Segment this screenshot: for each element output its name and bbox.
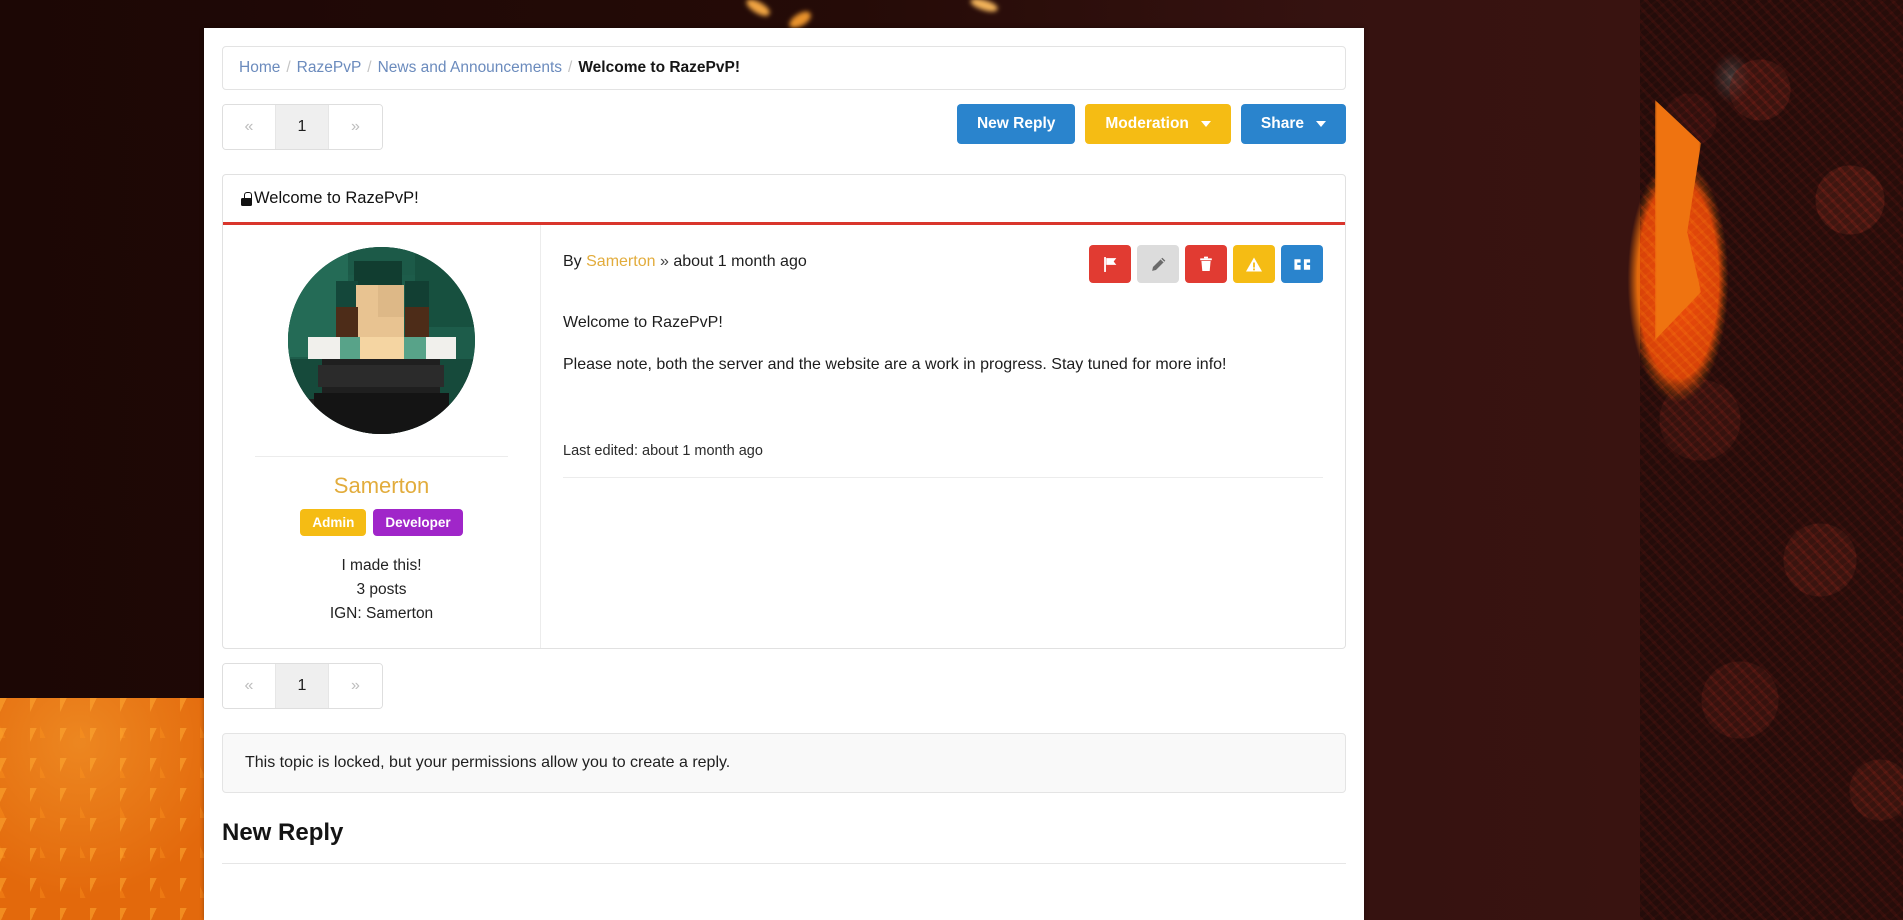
post: Samerton Admin Developer I made this! 3 … xyxy=(223,225,1345,648)
breadcrumb-separator: / xyxy=(286,59,291,76)
pagination-bottom: « 1 » xyxy=(222,663,383,709)
topic-title: Welcome to RazePvP! xyxy=(254,189,419,207)
byline-author-link[interactable]: Samerton xyxy=(586,253,655,270)
post-body: Welcome to RazePvP! Please note, both th… xyxy=(563,311,1323,377)
quote-post-button[interactable] xyxy=(1281,245,1323,283)
pagination-top: « 1 » xyxy=(222,104,383,150)
author-meta: I made this! 3 posts IGN: Samerton xyxy=(233,554,530,626)
post-content: By Samerton » about 1 month ago Welcome … xyxy=(541,225,1345,648)
breadcrumb: Home / RazePvP / News and Announcements / Welc… xyxy=(222,46,1346,90)
post-paragraph: Welcome to RazePvP! xyxy=(563,314,723,331)
breadcrumb-item-home[interactable]: Home xyxy=(239,59,280,76)
topic-locked-notice: This topic is locked, but your permissio… xyxy=(222,733,1346,793)
topic-toolbar-top: « 1 » New Reply Moderation Share xyxy=(222,104,1346,152)
trash-icon xyxy=(1200,256,1212,271)
breadcrumb-separator: / xyxy=(568,59,573,76)
chevron-down-icon xyxy=(1316,121,1326,127)
new-reply-button-label: New Reply xyxy=(976,115,1056,132)
new-reply-button[interactable]: New Reply xyxy=(956,104,1076,144)
breadcrumb-item-razepvp[interactable]: RazePvP xyxy=(297,59,362,76)
author-username[interactable]: Samerton xyxy=(233,473,530,499)
chevron-down-icon xyxy=(1200,121,1211,127)
flag-icon xyxy=(1103,256,1116,272)
post-last-edited: Last edited: about 1 month ago xyxy=(563,443,1323,478)
avatar-pixel xyxy=(336,307,358,339)
toolbar-buttons: New Reply Moderation Share xyxy=(956,104,1346,144)
delete-post-button[interactable] xyxy=(1185,245,1227,283)
moderation-button-label: Moderation xyxy=(1105,115,1189,132)
flag-post-button[interactable] xyxy=(1089,245,1131,283)
topic-panel: Welcome to RazePvP! Samerton Admin Devel… xyxy=(222,174,1346,649)
share-button-label: Share xyxy=(1260,115,1304,132)
pagination-page-1[interactable]: 1 xyxy=(276,664,329,708)
share-dropdown-button[interactable]: Share xyxy=(1240,104,1346,144)
post-timestamp: about 1 month ago xyxy=(673,253,807,270)
post-author-panel: Samerton Admin Developer I made this! 3 … xyxy=(223,225,541,648)
post-header: By Samerton » about 1 month ago xyxy=(563,245,1323,283)
pencil-icon xyxy=(1151,257,1165,271)
byline-prefix: By xyxy=(563,253,582,270)
breadcrumb-item-news-and-announcements[interactable]: News and Announcements xyxy=(378,59,562,76)
post-paragraph: Please note, both the server and the web… xyxy=(563,356,1227,373)
badge-admin: Admin xyxy=(300,509,367,536)
lock-icon xyxy=(241,191,252,206)
post-actions xyxy=(1089,245,1323,283)
pagination-prev[interactable]: « xyxy=(223,105,276,149)
byline-separator: » xyxy=(659,253,669,270)
warn-user-button[interactable] xyxy=(1233,245,1275,283)
avatar-pixel xyxy=(405,307,429,337)
breadcrumb-separator: / xyxy=(367,59,372,76)
pagination-prev[interactable]: « xyxy=(223,664,276,708)
page-container: Home / RazePvP / News and Announcements / Welc… xyxy=(204,28,1364,920)
topic-toolbar-bottom: « 1 » xyxy=(222,663,1346,711)
pagination-next[interactable]: » xyxy=(329,664,382,708)
edit-post-button[interactable] xyxy=(1137,245,1179,283)
author-post-count: 3 posts xyxy=(356,581,407,598)
warning-icon xyxy=(1246,257,1262,271)
author-ign: IGN: Samerton xyxy=(329,605,434,622)
breadcrumb-item-current: Welcome to RazePvP! xyxy=(578,59,740,76)
new-reply-heading: New Reply xyxy=(222,819,344,846)
new-reply-divider xyxy=(222,863,1346,864)
avatar-pixel xyxy=(378,285,404,317)
topic-header: Welcome to RazePvP! xyxy=(223,175,1345,225)
author-divider xyxy=(255,456,508,457)
avatar[interactable] xyxy=(288,247,475,434)
post-byline: By Samerton » about 1 month ago xyxy=(563,245,807,271)
pagination-page-1[interactable]: 1 xyxy=(276,105,329,149)
quote-icon xyxy=(1293,258,1310,270)
avatar-pixel xyxy=(314,393,449,434)
badge-developer: Developer xyxy=(373,509,463,536)
avatar-pixel xyxy=(318,365,444,387)
moderation-dropdown-button[interactable]: Moderation xyxy=(1085,104,1231,144)
author-tagline: I made this! xyxy=(341,557,422,574)
author-badges: Admin Developer xyxy=(233,509,530,536)
pagination-next[interactable]: » xyxy=(329,105,382,149)
